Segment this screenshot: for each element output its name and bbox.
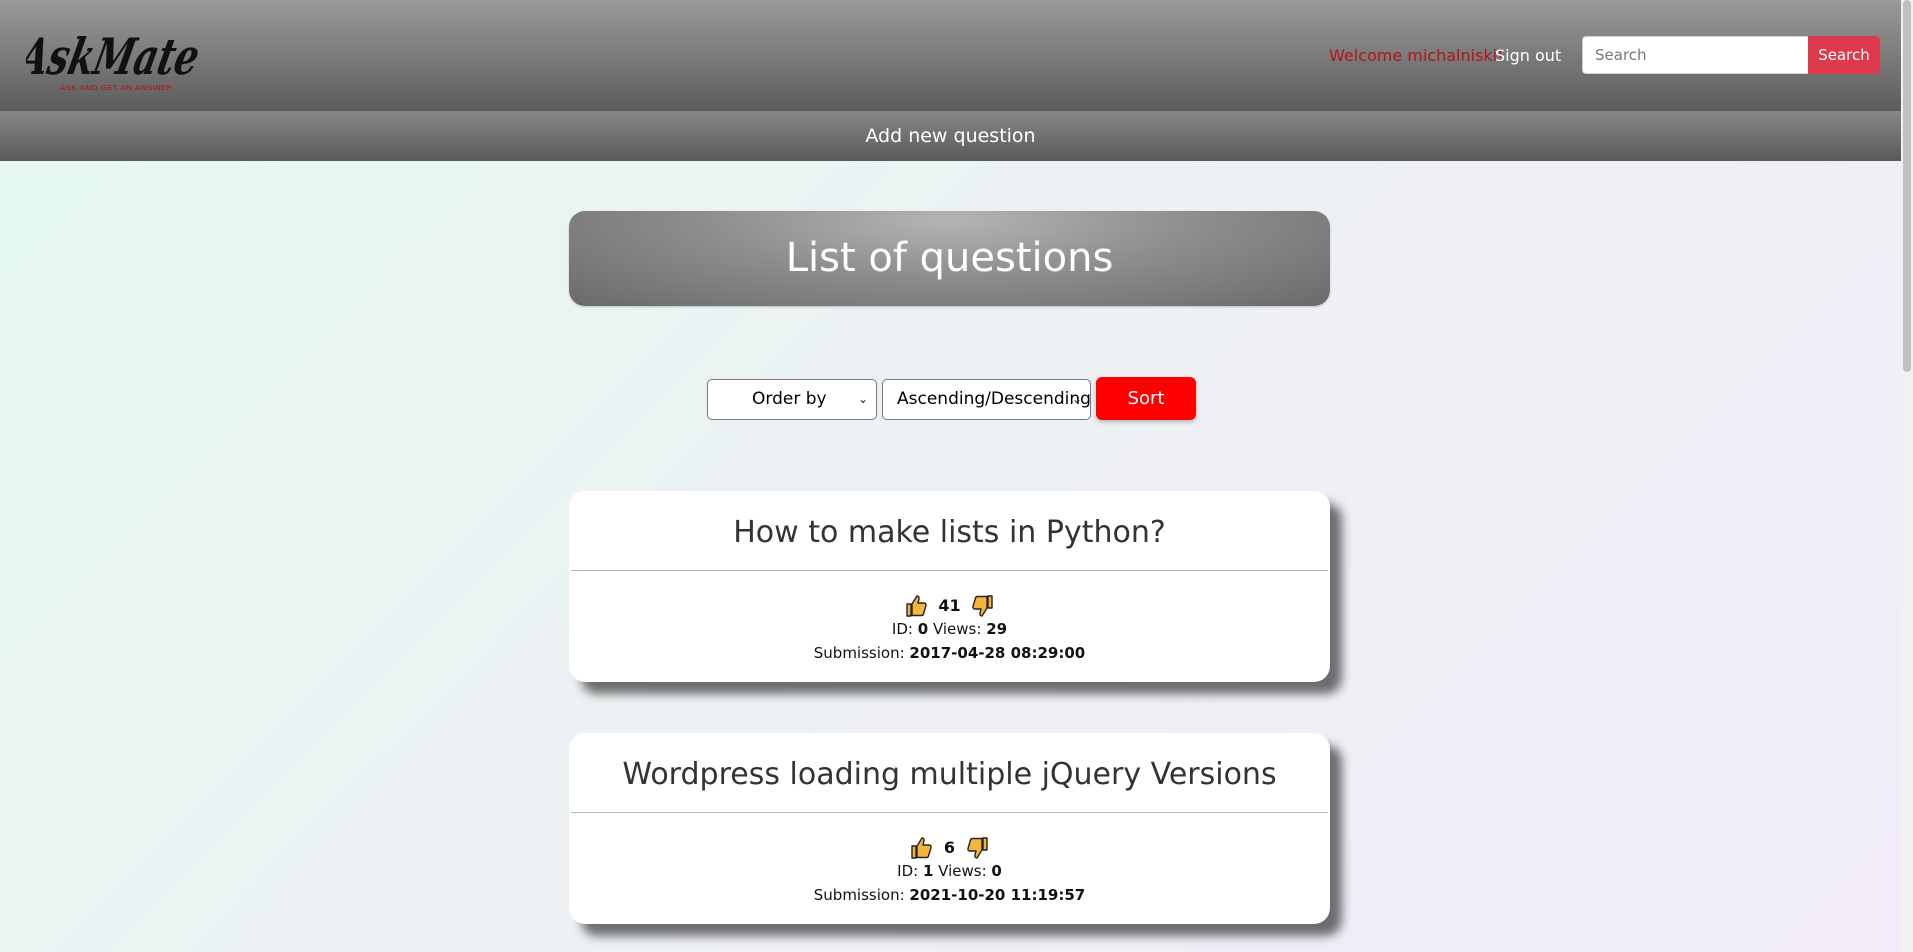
vote-row: 41 xyxy=(569,592,1330,618)
order-by-select[interactable]: Order by ⌄ xyxy=(707,379,877,420)
submission-time: 2021-10-20 11:19:57 xyxy=(909,886,1086,904)
search-input[interactable] xyxy=(1582,36,1808,74)
question-card: Wordpress loading multiple jQuery Versio… xyxy=(569,733,1330,924)
sign-out-link[interactable]: Sign out xyxy=(1495,46,1561,66)
question-views: 29 xyxy=(986,620,1008,638)
card-divider xyxy=(571,570,1328,571)
question-card: How to make lists in Python? 41 ID: 0 Vi… xyxy=(569,491,1330,682)
sort-button[interactable]: Sort xyxy=(1096,377,1196,420)
svg-text:AskMate: AskMate xyxy=(26,28,205,86)
askmate-logo[interactable]: AskMate ASK AND GET AN ANSWER xyxy=(12,22,211,94)
views-label: Views: xyxy=(938,862,987,880)
submission-time: 2017-04-28 08:29:00 xyxy=(909,644,1086,662)
question-id: 0 xyxy=(917,620,929,638)
chevron-down-icon: ⌄ xyxy=(857,392,868,406)
question-title-link[interactable]: How to make lists in Python? xyxy=(569,513,1330,553)
svg-text:ASK AND GET AN ANSWER: ASK AND GET AN ANSWER xyxy=(60,84,172,92)
submission-label: Submission: xyxy=(813,644,905,662)
submission-label: Submission: xyxy=(813,886,905,904)
page-title: List of questions xyxy=(569,211,1330,306)
question-title-link[interactable]: Wordpress loading multiple jQuery Versio… xyxy=(569,755,1330,795)
welcome-message: Welcome michalniski! xyxy=(1329,46,1504,65)
question-meta-submission: Submission: 2021-10-20 11:19:57 xyxy=(569,885,1330,905)
question-meta-id-views: ID: 1 Views: 0 xyxy=(569,861,1330,881)
question-meta-id-views: ID: 0 Views: 29 xyxy=(569,619,1330,639)
order-by-selected-value: Order by xyxy=(752,389,827,409)
vote-row: 6 xyxy=(569,834,1330,860)
secondary-navbar: Add new question xyxy=(0,111,1901,161)
scrollbar-thumb[interactable] xyxy=(1903,0,1911,372)
question-id: 1 xyxy=(922,862,934,880)
sort-direction-select[interactable]: Ascending/Descending ⌄ xyxy=(882,379,1091,420)
askmate-logo-graphic: AskMate ASK AND GET AN ANSWER xyxy=(12,28,205,92)
add-new-question-link[interactable]: Add new question xyxy=(865,125,1035,147)
vote-count: 41 xyxy=(938,595,961,615)
thumbs-up-icon[interactable] xyxy=(905,594,929,618)
id-label: ID: xyxy=(891,620,913,638)
thumbs-up-icon[interactable] xyxy=(910,836,934,860)
page-scrollbar[interactable] xyxy=(1901,0,1913,952)
card-divider xyxy=(571,812,1328,813)
search-button[interactable]: Search xyxy=(1808,36,1880,74)
thumbs-down-icon[interactable] xyxy=(965,836,989,860)
thumbs-down-icon[interactable] xyxy=(970,594,994,618)
sort-direction-selected-value: Ascending/Descending xyxy=(897,389,1091,409)
question-meta-submission: Submission: 2017-04-28 08:29:00 xyxy=(569,643,1330,663)
top-navbar: AskMate ASK AND GET AN ANSWER Welcome mi… xyxy=(0,0,1901,111)
views-label: Views: xyxy=(932,620,982,638)
chevron-down-icon: ⌄ xyxy=(1071,392,1082,406)
question-views: 0 xyxy=(991,862,1002,880)
id-label: ID: xyxy=(897,862,919,880)
vote-count: 6 xyxy=(943,837,956,857)
